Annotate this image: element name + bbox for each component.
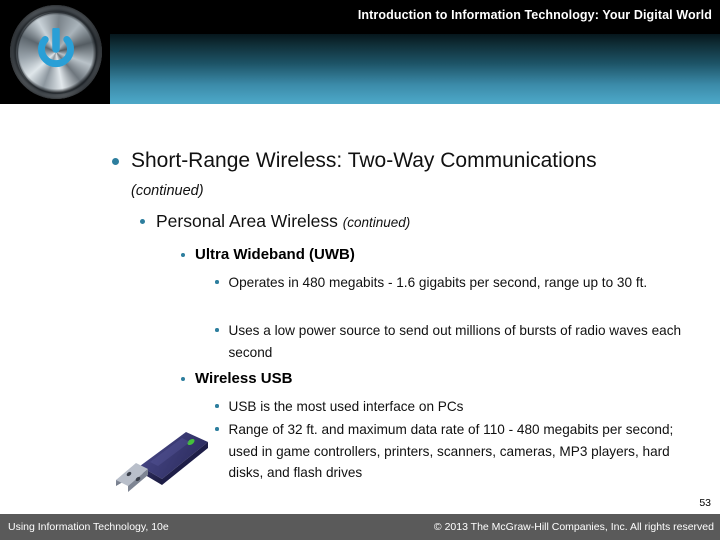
list-item-label: Range of 32 ft. and maximum data rate of… <box>228 422 674 480</box>
section-heading-uwb: Ultra Wideband (UWB) <box>181 245 701 264</box>
bullet-dot-level4 <box>215 328 219 332</box>
list-item: USB is the most used interface on PCs <box>215 396 685 418</box>
section-heading-uwb-label: Ultra Wideband (UWB) <box>195 246 355 263</box>
section-heading-wireless-usb: Wireless USB <box>181 369 701 388</box>
bullet-level2-title: Personal Area Wireless <box>156 211 343 231</box>
slide-footer: Using Information Technology, 10e © 2013… <box>0 514 720 540</box>
list-item-label: Operates in 480 megabits - 1.6 gigabits … <box>228 275 648 290</box>
footer-book-title: Using Information Technology, 10e <box>8 521 169 533</box>
bullet-dot-level3 <box>181 377 185 381</box>
list-item: Range of 32 ft. and maximum data rate of… <box>215 419 685 484</box>
usb-flash-drive-image <box>116 432 208 492</box>
bullet-dot-level3 <box>181 253 185 257</box>
bullet-level2: Personal Area Wireless (continued) <box>140 210 700 234</box>
footer-copyright: © 2013 The McGraw-Hill Companies, Inc. A… <box>433 521 714 533</box>
list-item: Uses a low power source to send out mill… <box>215 320 685 363</box>
list-item: Operates in 480 megabits - 1.6 gigabits … <box>215 272 685 294</box>
bullet-level1: Short-Range Wireless: Two-Way Communicat… <box>112 148 712 173</box>
slide-body: Short-Range Wireless: Two-Way Communicat… <box>0 104 720 492</box>
bullet-dot-level2 <box>140 219 145 224</box>
page-title: Introduction to Information Technology: … <box>357 8 712 22</box>
section-heading-wireless-usb-label: Wireless USB <box>195 370 293 387</box>
slide-header: Introduction to Information Technology: … <box>0 0 720 104</box>
power-symbol-icon <box>38 28 74 68</box>
bullet-level2-continued: (continued) <box>342 215 411 230</box>
bullet-level2-label: Personal Area Wireless (continued) <box>156 210 410 234</box>
list-item-label: USB is the most used interface on PCs <box>228 399 464 414</box>
page-number: 53 <box>699 497 711 509</box>
bullet-dot-level1 <box>112 158 119 165</box>
header-gradient-band <box>108 34 720 104</box>
bullet-dot-level4 <box>215 404 219 408</box>
bullet-dot-level4 <box>215 280 219 284</box>
bullet-level1-label: Short-Range Wireless: Two-Way Communicat… <box>131 149 597 172</box>
bullet-level1-continued: (continued) <box>131 183 204 199</box>
list-item-label: Uses a low power source to send out mill… <box>228 323 682 360</box>
power-button-icon <box>10 5 102 99</box>
